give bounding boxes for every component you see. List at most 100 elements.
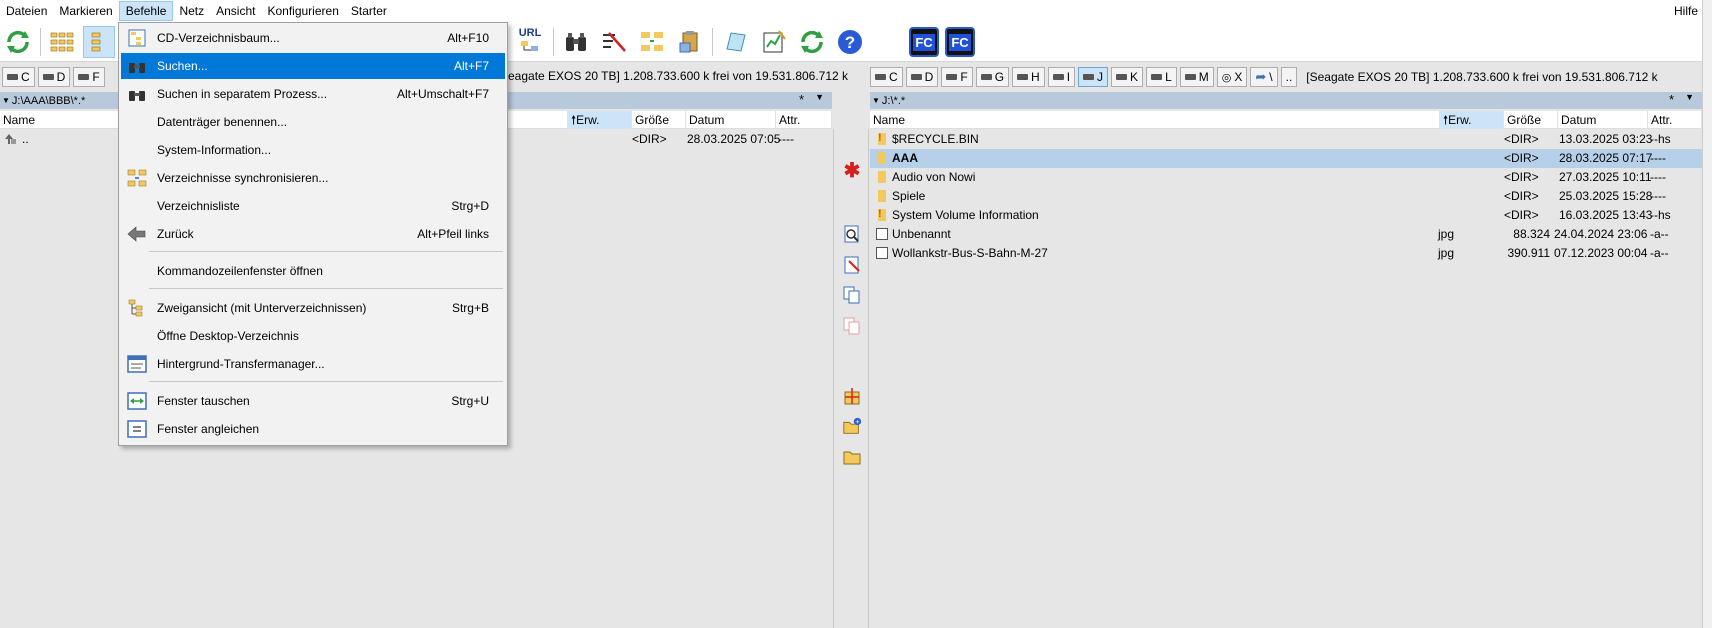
table-row[interactable]: Unbenannt jpg 88.324 24.04.2024 23:06 -a… (870, 225, 1702, 244)
right-col-date[interactable]: Datum (1558, 111, 1648, 129)
right-dropdown-icon[interactable]: ▼ (1685, 92, 1694, 102)
left-col-ext[interactable]: 🠕Erw. (568, 111, 632, 129)
menu-item-verzeichnisse-synchronisieren[interactable]: Verzeichnisse synchronisieren... (121, 165, 505, 191)
table-row[interactable]: $RECYCLE.BIN <DIR> 13.03.2025 03:23 --hs (870, 129, 1702, 149)
left-drive-d[interactable]: D (37, 67, 71, 87)
move-icon[interactable] (842, 316, 862, 336)
reload-icon[interactable] (796, 26, 828, 58)
right-drive-i[interactable]: I (1047, 67, 1076, 87)
right-drive-bar: C D F G H I J K L M ◎ X ➦ \ .. [Seagate EX… (870, 65, 1658, 89)
right-drive-x[interactable]: ◎ X (1216, 67, 1248, 87)
right-drive-up[interactable]: .. (1280, 67, 1298, 87)
asterisk-icon[interactable]: ✱ (842, 160, 862, 182)
network-drive-icon: ◎ (1221, 71, 1232, 84)
menu-item-suchen[interactable]: Suchen... Alt+F7 (121, 53, 505, 79)
url-ftp-icon[interactable]: URL (514, 26, 546, 58)
view-file-icon[interactable] (842, 224, 862, 244)
file-size: <DIR> (1504, 170, 1539, 184)
right-drive-m[interactable]: M (1179, 67, 1214, 87)
left-col-size[interactable]: Größe (632, 111, 686, 129)
toolbar-separator (553, 28, 554, 56)
table-row[interactable]: Spiele <DIR> 25.03.2025 15:28 ---- (870, 187, 1702, 206)
refresh-icon[interactable] (2, 26, 34, 58)
fc-icon[interactable]: FC (944, 26, 976, 58)
right-col-attr[interactable]: Attr. (1648, 111, 1702, 129)
left-star-button[interactable]: * (799, 92, 804, 107)
file-date: 24.04.2024 23:06 (1554, 227, 1648, 241)
menu-starter[interactable]: Starter (345, 1, 393, 21)
menu-item-datentraeger-benennen[interactable]: Datenträger benennen... (121, 109, 505, 135)
menu-konfigurieren[interactable]: Konfigurieren (261, 1, 344, 21)
right-drive-d[interactable]: D (905, 67, 939, 87)
menu-item-kommandozeile[interactable]: Kommandozeilenfenster öffnen (121, 258, 505, 284)
right-drive-l[interactable]: L (1146, 67, 1177, 87)
table-row[interactable]: Wollankstr-Bus-S-Bahn-M-27 jpg 390.911 0… (870, 244, 1702, 263)
history-dropdown-icon[interactable]: ▼ (872, 96, 880, 105)
right-drive-c[interactable]: C (870, 67, 903, 87)
menu-item-fenster-tauschen[interactable]: Fenster tauschen Strg+U (121, 388, 505, 414)
right-col-size[interactable]: Größe (1504, 111, 1558, 129)
right-drive-f[interactable]: F (941, 67, 973, 87)
right-drive-root[interactable]: ➦ \ (1250, 67, 1278, 87)
menu-item-desktop-verzeichnis[interactable]: Öffne Desktop-Verzeichnis (121, 323, 505, 349)
file-name: .. (22, 132, 29, 146)
detailed-view-icon[interactable] (83, 26, 115, 58)
file-size: 390.911 (1507, 246, 1551, 260)
right-drive-h[interactable]: H (1012, 67, 1045, 87)
image-file-icon (876, 228, 888, 240)
left-drive-f[interactable]: F (73, 67, 105, 87)
help-icon[interactable]: ? (834, 26, 866, 58)
right-col-ext[interactable]: 🠕Erw. (1440, 111, 1504, 129)
left-col-attr[interactable]: Attr. (776, 111, 832, 129)
menu-item-zurueck[interactable]: Zurück Alt+Pfeil links (121, 221, 505, 247)
menu-ansicht[interactable]: Ansicht (210, 1, 261, 21)
menu-item-cd-tree[interactable]: CD-Verzeichnisbaum... Alt+F10 (121, 25, 505, 51)
menu-item-fenster-angleichen[interactable]: Fenster angleichen (121, 416, 505, 442)
menu-netz[interactable]: Netz (173, 1, 210, 21)
right-drive-j[interactable]: J (1078, 67, 1109, 87)
right-path: J:\*.* (881, 94, 906, 107)
right-col-name[interactable]: Name (870, 111, 1440, 129)
folder-icon[interactable] (842, 446, 862, 466)
fc-icon[interactable]: FC (908, 26, 940, 58)
brief-view-icon[interactable] (46, 26, 78, 58)
multi-rename-icon[interactable] (598, 26, 630, 58)
right-drive-info: [Seagate EXOS 20 TB] 1.208.733.600 k fre… (1306, 70, 1658, 84)
notepad-icon[interactable] (720, 26, 752, 58)
menu-markieren[interactable]: Markieren (53, 1, 118, 21)
left-drive-c[interactable]: C (2, 67, 35, 87)
right-star-button[interactable]: * (1669, 92, 1674, 107)
menu-item-zweigansicht[interactable]: Zweigansicht (mit Unterverzeichnissen) S… (121, 295, 505, 321)
right-file-panel[interactable]: $RECYCLE.BIN <DIR> 13.03.2025 03:23 --hs… (870, 129, 1702, 628)
pack-icon[interactable] (842, 386, 862, 406)
folder-icon (878, 190, 886, 202)
up-dir-icon (5, 134, 16, 144)
compare-icon[interactable] (758, 26, 790, 58)
clipboard-icon[interactable] (674, 26, 706, 58)
menu-dateien[interactable]: Dateien (0, 1, 53, 21)
menu-befehle[interactable]: Befehle (118, 1, 174, 21)
new-folder-icon[interactable]: + (842, 416, 862, 436)
binoculars-icon (127, 56, 147, 76)
menu-item-system-information[interactable]: System-Information... (121, 137, 505, 163)
sync-dirs-icon[interactable] (636, 26, 668, 58)
menu-item-transfermanager[interactable]: Hintergrund-Transfermanager... (121, 351, 505, 377)
right-drive-g[interactable]: G (975, 67, 1010, 87)
menu-item-verzeichnisliste[interactable]: Verzeichnisliste Strg+D (121, 193, 505, 219)
drive-icon (1116, 74, 1128, 80)
file-attr: -a-- (1650, 246, 1669, 260)
table-row[interactable]: Audio von Nowi <DIR> 27.03.2025 10:11 --… (870, 168, 1702, 187)
table-row[interactable]: System Volume Information <DIR> 16.03.20… (870, 205, 1702, 225)
right-drive-k[interactable]: K (1111, 67, 1144, 87)
edit-file-icon[interactable] (842, 255, 862, 275)
right-path-bar[interactable]: ▼ J:\*.* * ▼ (870, 92, 1702, 109)
left-path: J:\AAA\BBB\*.* (11, 94, 86, 107)
history-dropdown-icon[interactable]: ▼ (2, 96, 10, 105)
menu-hilfe[interactable]: Hilfe (1674, 0, 1698, 22)
table-row-selected[interactable]: AAA <DIR> 28.03.2025 07:17 ---- (870, 149, 1702, 168)
copy-icon[interactable] (842, 285, 862, 305)
menu-item-suchen-separat[interactable]: Suchen in separatem Prozess... Alt+Umsch… (121, 81, 505, 107)
binoculars-icon[interactable] (560, 26, 592, 58)
left-dropdown-icon[interactable]: ▼ (815, 92, 824, 102)
left-col-date[interactable]: Datum (686, 111, 776, 129)
